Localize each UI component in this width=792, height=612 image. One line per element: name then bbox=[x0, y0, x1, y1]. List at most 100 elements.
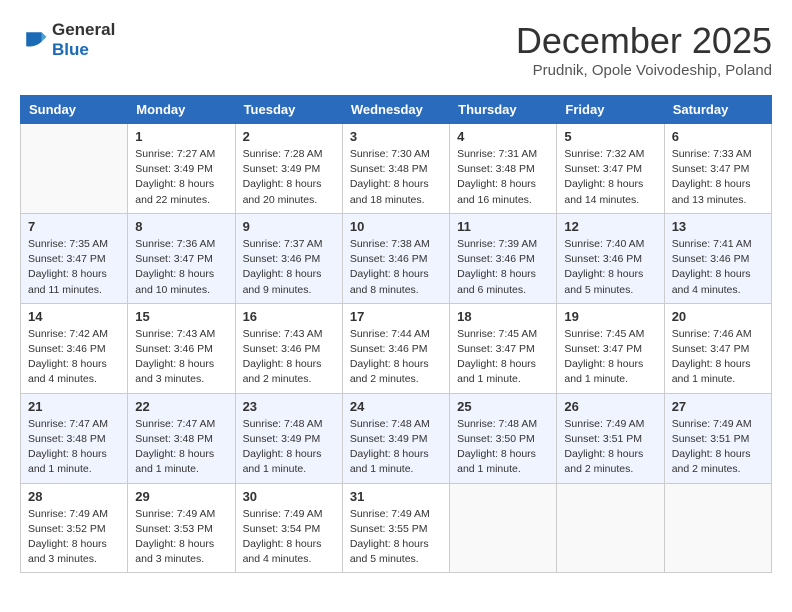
calendar-cell: 15 Sunrise: 7:43 AM Sunset: 3:46 PM Dayli… bbox=[128, 303, 235, 393]
day-number: 23 bbox=[243, 399, 335, 414]
calendar-cell: 4 Sunrise: 7:31 AM Sunset: 3:48 PM Daylig… bbox=[450, 124, 557, 214]
day-number: 5 bbox=[564, 129, 656, 144]
calendar-table: SundayMondayTuesdayWednesdayThursdayFrid… bbox=[20, 95, 772, 573]
calendar-cell bbox=[664, 483, 771, 573]
logo-icon bbox=[20, 26, 48, 54]
calendar-header-row: SundayMondayTuesdayWednesdayThursdayFrid… bbox=[21, 96, 772, 124]
day-number: 16 bbox=[243, 309, 335, 324]
day-info: Sunrise: 7:48 AM Sunset: 3:50 PM Dayligh… bbox=[457, 417, 549, 478]
calendar-cell: 27 Sunrise: 7:49 AM Sunset: 3:51 PM Dayli… bbox=[664, 393, 771, 483]
day-info: Sunrise: 7:49 AM Sunset: 3:55 PM Dayligh… bbox=[350, 507, 442, 568]
day-info: Sunrise: 7:45 AM Sunset: 3:47 PM Dayligh… bbox=[564, 327, 656, 388]
page-header: General Blue December 2025 Prudnik, Opol… bbox=[20, 20, 772, 79]
calendar-cell: 8 Sunrise: 7:36 AM Sunset: 3:47 PM Daylig… bbox=[128, 213, 235, 303]
day-info: Sunrise: 7:36 AM Sunset: 3:47 PM Dayligh… bbox=[135, 237, 227, 298]
day-number: 4 bbox=[457, 129, 549, 144]
calendar-week-row: 28Sunrise: 7:49 AM Sunset: 3:52 PM Dayli… bbox=[21, 483, 772, 573]
logo-general: General bbox=[52, 20, 115, 39]
calendar-cell: 30 Sunrise: 7:49 AM Sunset: 3:54 PM Dayli… bbox=[235, 483, 342, 573]
day-info: Sunrise: 7:49 AM Sunset: 3:53 PM Dayligh… bbox=[135, 507, 227, 568]
day-info: Sunrise: 7:38 AM Sunset: 3:46 PM Dayligh… bbox=[350, 237, 442, 298]
day-number: 17 bbox=[350, 309, 442, 324]
day-number: 29 bbox=[135, 489, 227, 504]
calendar-week-row: 21 Sunrise: 7:47 AM Sunset: 3:48 PM Dayli… bbox=[21, 393, 772, 483]
day-number: 7 bbox=[28, 219, 120, 234]
calendar-cell: 5 Sunrise: 7:32 AM Sunset: 3:47 PM Daylig… bbox=[557, 124, 664, 214]
calendar-cell: 28Sunrise: 7:49 AM Sunset: 3:52 PM Dayli… bbox=[21, 483, 128, 573]
day-number: 13 bbox=[672, 219, 764, 234]
calendar-cell: 12Sunrise: 7:40 AM Sunset: 3:46 PM Dayli… bbox=[557, 213, 664, 303]
day-info: Sunrise: 7:47 AM Sunset: 3:48 PM Dayligh… bbox=[28, 417, 120, 478]
calendar-cell: 10 Sunrise: 7:38 AM Sunset: 3:46 PM Dayli… bbox=[342, 213, 449, 303]
day-number: 15 bbox=[135, 309, 227, 324]
day-number: 2 bbox=[243, 129, 335, 144]
day-info: Sunrise: 7:35 AM Sunset: 3:47 PM Dayligh… bbox=[28, 237, 120, 298]
day-number: 21 bbox=[28, 399, 120, 414]
day-info: Sunrise: 7:44 AM Sunset: 3:46 PM Dayligh… bbox=[350, 327, 442, 388]
col-header-monday: Monday bbox=[128, 96, 235, 124]
calendar-cell: 21 Sunrise: 7:47 AM Sunset: 3:48 PM Dayli… bbox=[21, 393, 128, 483]
location: Prudnik, Opole Voivodeship, Poland bbox=[516, 62, 772, 79]
calendar-cell: 18Sunrise: 7:45 AM Sunset: 3:47 PM Dayli… bbox=[450, 303, 557, 393]
day-info: Sunrise: 7:40 AM Sunset: 3:46 PM Dayligh… bbox=[564, 237, 656, 298]
day-number: 18 bbox=[457, 309, 549, 324]
day-number: 6 bbox=[672, 129, 764, 144]
day-info: Sunrise: 7:42 AM Sunset: 3:46 PM Dayligh… bbox=[28, 327, 120, 388]
calendar-cell: 11 Sunrise: 7:39 AM Sunset: 3:46 PM Dayli… bbox=[450, 213, 557, 303]
calendar-cell bbox=[557, 483, 664, 573]
calendar-cell: 3 Sunrise: 7:30 AM Sunset: 3:48 PM Daylig… bbox=[342, 124, 449, 214]
col-header-saturday: Saturday bbox=[664, 96, 771, 124]
col-header-sunday: Sunday bbox=[21, 96, 128, 124]
calendar-cell: 20 Sunrise: 7:46 AM Sunset: 3:47 PM Dayli… bbox=[664, 303, 771, 393]
day-number: 14 bbox=[28, 309, 120, 324]
calendar-cell: 26Sunrise: 7:49 AM Sunset: 3:51 PM Dayli… bbox=[557, 393, 664, 483]
day-number: 20 bbox=[672, 309, 764, 324]
day-number: 25 bbox=[457, 399, 549, 414]
day-number: 1 bbox=[135, 129, 227, 144]
day-info: Sunrise: 7:43 AM Sunset: 3:46 PM Dayligh… bbox=[135, 327, 227, 388]
day-info: Sunrise: 7:46 AM Sunset: 3:47 PM Dayligh… bbox=[672, 327, 764, 388]
day-number: 22 bbox=[135, 399, 227, 414]
calendar-cell: 24Sunrise: 7:48 AM Sunset: 3:49 PM Dayli… bbox=[342, 393, 449, 483]
calendar-cell: 25 Sunrise: 7:48 AM Sunset: 3:50 PM Dayli… bbox=[450, 393, 557, 483]
day-info: Sunrise: 7:33 AM Sunset: 3:47 PM Dayligh… bbox=[672, 147, 764, 208]
day-info: Sunrise: 7:43 AM Sunset: 3:46 PM Dayligh… bbox=[243, 327, 335, 388]
calendar-cell: 16 Sunrise: 7:43 AM Sunset: 3:46 PM Dayli… bbox=[235, 303, 342, 393]
col-header-friday: Friday bbox=[557, 96, 664, 124]
logo-blue: Blue bbox=[52, 40, 89, 59]
day-info: Sunrise: 7:49 AM Sunset: 3:52 PM Dayligh… bbox=[28, 507, 120, 568]
calendar-cell: 7 Sunrise: 7:35 AM Sunset: 3:47 PM Daylig… bbox=[21, 213, 128, 303]
day-info: Sunrise: 7:49 AM Sunset: 3:51 PM Dayligh… bbox=[672, 417, 764, 478]
calendar-cell: 23Sunrise: 7:48 AM Sunset: 3:49 PM Dayli… bbox=[235, 393, 342, 483]
day-info: Sunrise: 7:30 AM Sunset: 3:48 PM Dayligh… bbox=[350, 147, 442, 208]
calendar-cell bbox=[21, 124, 128, 214]
day-info: Sunrise: 7:28 AM Sunset: 3:49 PM Dayligh… bbox=[243, 147, 335, 208]
col-header-wednesday: Wednesday bbox=[342, 96, 449, 124]
day-info: Sunrise: 7:39 AM Sunset: 3:46 PM Dayligh… bbox=[457, 237, 549, 298]
logo: General Blue bbox=[20, 20, 115, 59]
calendar-cell: 22Sunrise: 7:47 AM Sunset: 3:48 PM Dayli… bbox=[128, 393, 235, 483]
day-number: 9 bbox=[243, 219, 335, 234]
calendar-cell: 13 Sunrise: 7:41 AM Sunset: 3:46 PM Dayli… bbox=[664, 213, 771, 303]
day-info: Sunrise: 7:41 AM Sunset: 3:46 PM Dayligh… bbox=[672, 237, 764, 298]
day-info: Sunrise: 7:48 AM Sunset: 3:49 PM Dayligh… bbox=[350, 417, 442, 478]
calendar-cell: 2 Sunrise: 7:28 AM Sunset: 3:49 PM Daylig… bbox=[235, 124, 342, 214]
day-number: 3 bbox=[350, 129, 442, 144]
calendar-cell: 29 Sunrise: 7:49 AM Sunset: 3:53 PM Dayli… bbox=[128, 483, 235, 573]
logo-text: General Blue bbox=[52, 20, 115, 59]
calendar-week-row: 1Sunrise: 7:27 AM Sunset: 3:49 PM Daylig… bbox=[21, 124, 772, 214]
day-number: 31 bbox=[350, 489, 442, 504]
day-number: 10 bbox=[350, 219, 442, 234]
day-info: Sunrise: 7:49 AM Sunset: 3:54 PM Dayligh… bbox=[243, 507, 335, 568]
day-number: 11 bbox=[457, 219, 549, 234]
day-number: 27 bbox=[672, 399, 764, 414]
day-info: Sunrise: 7:32 AM Sunset: 3:47 PM Dayligh… bbox=[564, 147, 656, 208]
day-number: 8 bbox=[135, 219, 227, 234]
day-info: Sunrise: 7:49 AM Sunset: 3:51 PM Dayligh… bbox=[564, 417, 656, 478]
calendar-cell: 6 Sunrise: 7:33 AM Sunset: 3:47 PM Daylig… bbox=[664, 124, 771, 214]
day-info: Sunrise: 7:31 AM Sunset: 3:48 PM Dayligh… bbox=[457, 147, 549, 208]
day-number: 30 bbox=[243, 489, 335, 504]
title-block: December 2025 Prudnik, Opole Voivodeship… bbox=[516, 20, 772, 79]
month-title: December 2025 bbox=[516, 20, 772, 62]
calendar-cell bbox=[450, 483, 557, 573]
